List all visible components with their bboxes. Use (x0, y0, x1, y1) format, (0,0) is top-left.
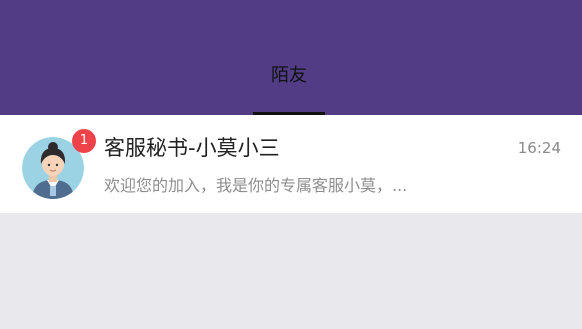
conversation-time: 16:24 (517, 139, 561, 157)
unread-badge: 1 (72, 129, 96, 153)
conversation-list: 1 客服秘书-小莫小三 16:24 欢迎您的加入，我是你的专属客服小莫，... (0, 115, 582, 213)
avatar-wrapper: 1 (22, 129, 96, 199)
tab-label: 陌友 (271, 65, 307, 86)
conversation-row[interactable]: 1 客服秘书-小莫小三 16:24 欢迎您的加入，我是你的专属客服小莫，... (0, 115, 582, 213)
tab-mo-you[interactable]: 陌友 (251, 60, 327, 115)
conversation-preview: 欢迎您的加入，我是你的专属客服小莫，... (104, 176, 408, 195)
app-header: 陌友 (0, 0, 582, 115)
empty-content-area (0, 213, 582, 329)
conversation-title: 客服秘书-小莫小三 (104, 136, 280, 160)
